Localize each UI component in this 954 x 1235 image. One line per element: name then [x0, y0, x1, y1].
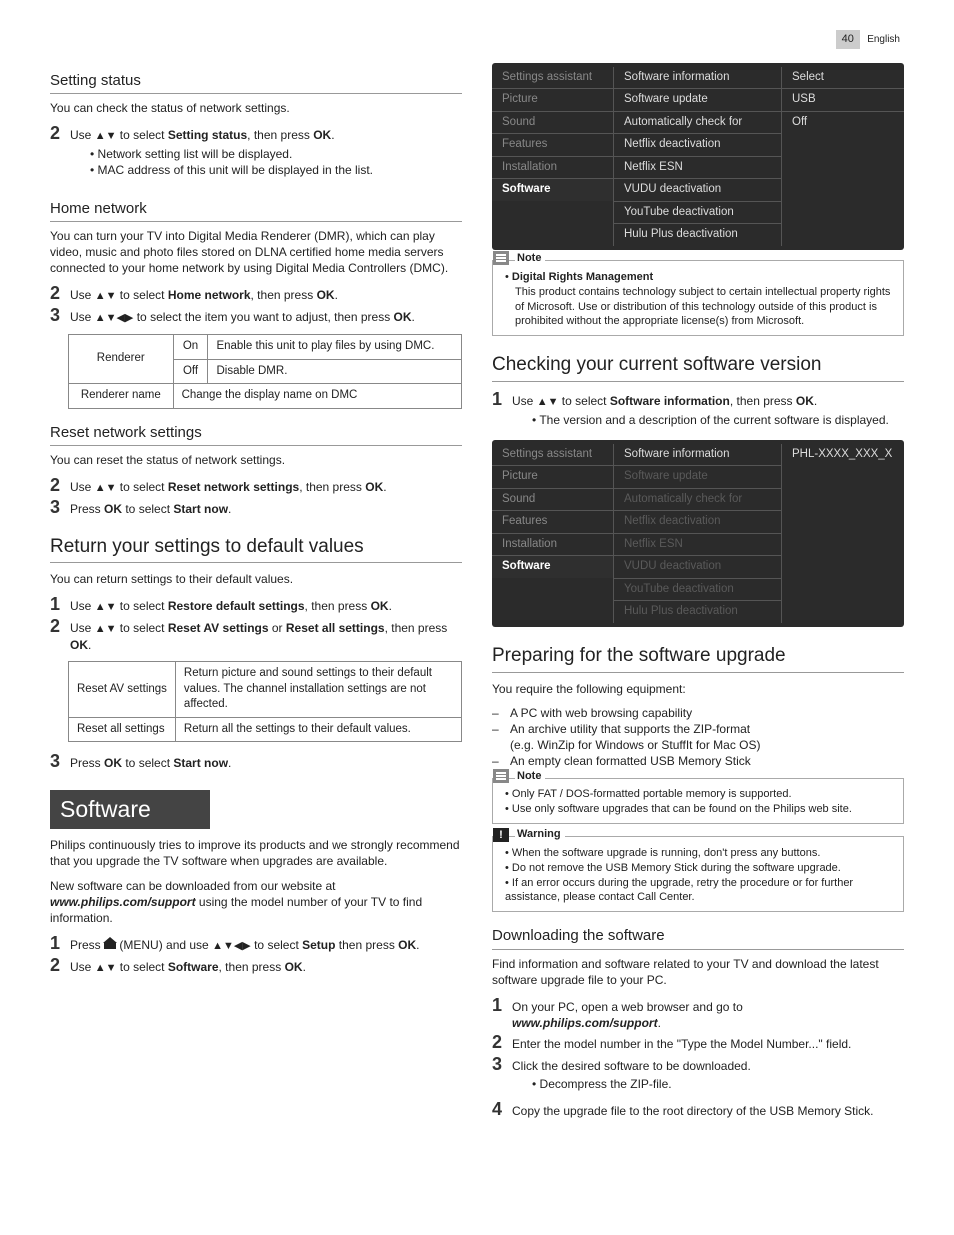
table-home-network: Renderer On Enable this unit to play fil…	[68, 334, 462, 409]
menu-item: USB	[782, 89, 904, 112]
menu-item: Netflix ESN	[614, 157, 781, 180]
menu-item: Installation	[492, 157, 613, 180]
menu-item: Netflix deactivation	[614, 511, 781, 534]
heading-check-version: Checking your current software version	[492, 352, 904, 382]
menu-item: Sound	[492, 112, 613, 135]
menu-item: Automatically check for	[614, 489, 781, 512]
text: You can turn your TV into Digital Media …	[50, 228, 462, 277]
heading-return-defaults: Return your settings to default values	[50, 534, 462, 564]
menu-item: Software information	[614, 444, 781, 467]
menu-item: YouTube deactivation	[614, 579, 781, 602]
heading-reset-network: Reset network settings	[50, 423, 462, 446]
menu-item: Features	[492, 511, 613, 534]
up-down-left-right-icon: ▲▼◀▶	[95, 312, 134, 324]
table-reset: Reset AV settings Return picture and sou…	[68, 661, 462, 742]
menu-item: YouTube deactivation	[614, 202, 781, 225]
menu-item: Settings assistant	[492, 67, 613, 90]
up-down-icon: ▲▼	[95, 130, 117, 142]
up-down-icon: ▲▼	[95, 290, 117, 302]
menu-item: Select	[782, 67, 904, 90]
note-icon	[493, 251, 509, 265]
page-header: 40 English	[50, 30, 904, 49]
menu-item: Software update	[614, 89, 781, 112]
note-drm: Note Digital Rights Management This prod…	[492, 260, 904, 336]
menu-item: Settings assistant	[492, 444, 613, 467]
step-2: 2 Use ▲▼ to select Setting status, then …	[50, 124, 462, 184]
right-column: Settings assistantPictureSoundFeaturesIn…	[492, 57, 904, 1122]
menu-item: Software	[492, 556, 613, 578]
heading-preparing: Preparing for the software upgrade	[492, 643, 904, 673]
menu-item: Automatically check for	[614, 112, 781, 135]
menu-item: VUDU deactivation	[614, 179, 781, 202]
menu-item: Netflix ESN	[614, 534, 781, 557]
menu-item: Off	[782, 112, 904, 134]
heading-downloading: Downloading the software	[492, 926, 904, 949]
note-fat: Note Only FAT / DOS-formatted portable m…	[492, 778, 904, 825]
menu-item: VUDU deactivation	[614, 556, 781, 579]
heading-home-network: Home network	[50, 199, 462, 222]
menu-item: Installation	[492, 534, 613, 557]
warning-icon: !	[493, 828, 509, 842]
menu-item: Hulu Plus deactivation	[614, 601, 781, 623]
menu-item: Software update	[614, 466, 781, 489]
menu-item: Sound	[492, 489, 613, 512]
heading-setting-status: Setting status	[50, 71, 462, 94]
home-icon	[104, 938, 116, 949]
text: You can check the status of network sett…	[50, 100, 462, 116]
equipment-list: –A PC with web browsing capability –An a…	[492, 705, 904, 770]
page-number: 40	[836, 30, 860, 49]
note-icon	[493, 769, 509, 783]
menu-item: Features	[492, 134, 613, 157]
menu-item: Hulu Plus deactivation	[614, 224, 781, 246]
menu-item: Software	[492, 179, 613, 201]
heading-software: Software	[50, 790, 210, 829]
left-column: Setting status You can check the status …	[50, 57, 462, 1122]
menu-screenshot-2: Settings assistantPictureSoundFeaturesIn…	[492, 440, 904, 627]
menu-item: Picture	[492, 89, 613, 112]
menu-item: Netflix deactivation	[614, 134, 781, 157]
menu-item: Picture	[492, 466, 613, 489]
menu-item: PHL-XXXX_XXX_X	[782, 444, 904, 466]
warning-box: !Warning When the software upgrade is ru…	[492, 836, 904, 912]
page-language: English	[863, 31, 904, 49]
menu-screenshot-1: Settings assistantPictureSoundFeaturesIn…	[492, 63, 904, 250]
menu-item: Software information	[614, 67, 781, 90]
